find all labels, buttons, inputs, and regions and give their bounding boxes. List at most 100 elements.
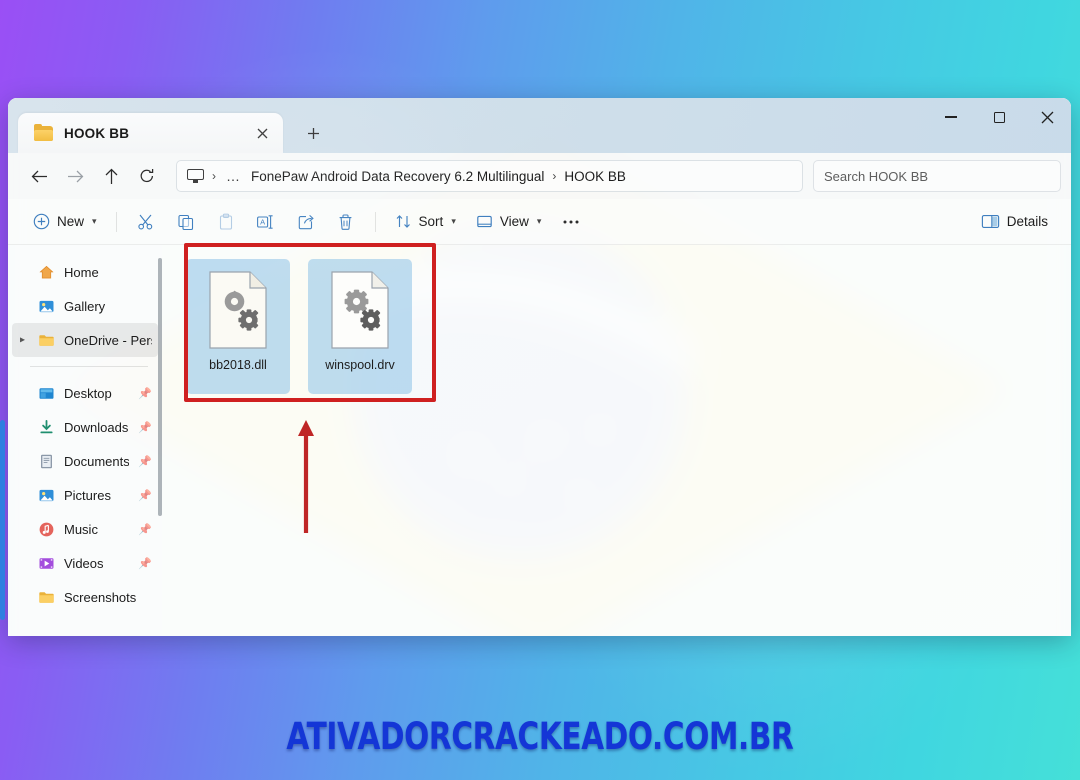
file-item[interactable]: bb2018.dll — [186, 259, 290, 394]
sidebar-item-onedrive[interactable]: ▸ OneDrive - Pers — [12, 323, 158, 357]
breadcrumb-path[interactable]: FonePaw Android Data Recovery 6.2 Multil… — [251, 169, 544, 184]
sidebar-label: Gallery — [64, 298, 106, 314]
breadcrumb-separator-1: › — [212, 169, 216, 183]
new-tab-button[interactable] — [297, 117, 329, 149]
share-icon — [298, 214, 314, 229]
sidebar-item-downloads[interactable]: Downloads 📌 — [12, 410, 158, 444]
scissors-icon — [137, 214, 152, 229]
tab-title: HOOK BB — [64, 125, 130, 141]
refresh-button[interactable] — [130, 160, 164, 192]
tab-hook-bb[interactable]: HOOK BB — [18, 113, 283, 153]
pin-icon[interactable]: 📌 — [138, 489, 152, 502]
sidebar-label: OneDrive - Pers — [64, 332, 152, 348]
file-name: bb2018.dll — [209, 358, 267, 372]
content-area: Home Gallery ▸ OneDrive - Pers Desktop 📌… — [8, 245, 1071, 636]
sidebar-item-home[interactable]: Home — [12, 255, 158, 289]
page-root: HOOK BB › … FonePaw Android Data Recover… — [0, 0, 1080, 780]
sort-arrows-icon — [396, 215, 410, 228]
sidebar-item-screenshots[interactable]: Screenshots — [12, 580, 158, 614]
sidebar-label: Videos — [64, 555, 104, 571]
downloads-icon — [40, 419, 53, 433]
file-list-pane[interactable]: bb2018.dll winspool.drv — [162, 245, 1071, 636]
videos-icon — [39, 557, 54, 569]
gallery-icon — [39, 300, 54, 312]
up-button[interactable] — [94, 160, 128, 192]
navigation-bar: › … FonePaw Android Data Recovery 6.2 Mu… — [8, 153, 1071, 199]
pin-icon[interactable]: 📌 — [138, 557, 152, 570]
file-grid: bb2018.dll winspool.drv — [186, 259, 1071, 394]
chevron-down-icon[interactable]: ▾ — [92, 216, 97, 227]
tab-strip: HOOK BB — [18, 98, 927, 153]
pin-icon[interactable]: 📌 — [138, 455, 152, 468]
breadcrumb-separator-2: › — [552, 169, 557, 183]
more-options-button[interactable] — [552, 206, 590, 238]
sidebar-label: Pictures — [64, 487, 111, 503]
search-box[interactable] — [813, 160, 1061, 192]
cut-button[interactable] — [127, 206, 165, 238]
navigation-sidebar[interactable]: Home Gallery ▸ OneDrive - Pers Desktop 📌… — [8, 245, 162, 636]
delete-button[interactable] — [327, 206, 365, 238]
pictures-icon — [39, 489, 54, 501]
sort-button[interactable]: Sort ▾ — [386, 206, 465, 238]
close-button[interactable] — [1023, 98, 1071, 136]
sidebar-item-gallery[interactable]: Gallery — [12, 289, 158, 323]
trash-icon — [339, 213, 352, 230]
search-input[interactable] — [824, 168, 1050, 184]
pin-icon[interactable]: 📌 — [138, 421, 152, 434]
watermark-text: ATIVADORCRACKEADO.COM.BR — [286, 715, 794, 758]
file-item[interactable]: winspool.drv — [308, 259, 412, 394]
sidebar-label: Documents — [64, 453, 130, 469]
breadcrumb-current[interactable]: HOOK BB — [564, 169, 626, 184]
command-bar: New ▾ A Sort ▾ View ▾ Details — [8, 199, 1071, 245]
window-titlebar: HOOK BB — [8, 98, 1071, 153]
this-pc-monitor-icon[interactable] — [187, 169, 204, 183]
chevron-right-icon[interactable]: ▸ — [20, 335, 25, 346]
share-button[interactable] — [287, 206, 325, 238]
pin-icon[interactable]: 📌 — [138, 387, 152, 400]
svg-text:A: A — [260, 217, 265, 226]
sidebar-item-desktop[interactable]: Desktop 📌 — [12, 376, 158, 410]
rename-button[interactable]: A — [247, 206, 285, 238]
chevron-down-icon[interactable]: ▾ — [537, 216, 542, 227]
pin-icon[interactable]: 📌 — [138, 523, 152, 536]
command-separator-2 — [374, 211, 376, 232]
breadcrumb-overflow-icon[interactable]: … — [224, 168, 243, 184]
sidebar-divider — [30, 366, 148, 367]
minimize-button[interactable] — [927, 98, 975, 136]
folder-icon — [39, 591, 54, 603]
rename-icon: A — [257, 214, 273, 229]
breadcrumb[interactable]: › … FonePaw Android Data Recovery 6.2 Mu… — [176, 160, 803, 192]
paste-button[interactable] — [207, 206, 245, 238]
sidebar-label: Home — [64, 264, 99, 280]
sidebar-item-music[interactable]: Music 📌 — [12, 512, 158, 546]
details-pane-button[interactable]: Details — [972, 206, 1057, 238]
ellipsis-icon — [563, 220, 579, 223]
desktop-icon — [39, 387, 54, 399]
command-separator-1 — [115, 211, 117, 232]
paste-icon — [219, 213, 232, 230]
details-pane-icon — [981, 215, 999, 228]
home-icon — [39, 265, 54, 279]
chevron-down-icon[interactable]: ▾ — [451, 216, 456, 227]
sidebar-label: Desktop — [64, 385, 112, 401]
back-button[interactable] — [22, 160, 56, 192]
forward-button[interactable] — [58, 160, 92, 192]
view-button-label: View — [499, 214, 529, 229]
plus-circle-icon — [33, 213, 50, 230]
copy-button[interactable] — [167, 206, 205, 238]
view-monitor-icon — [477, 215, 492, 227]
sidebar-item-documents[interactable]: Documents 📌 — [12, 444, 158, 478]
sidebar-item-videos[interactable]: Videos 📌 — [12, 546, 158, 580]
folder-icon — [34, 123, 53, 141]
sidebar-item-pictures[interactable]: Pictures 📌 — [12, 478, 158, 512]
maximize-button[interactable] — [975, 98, 1023, 136]
sort-button-label: Sort — [418, 214, 444, 229]
new-button[interactable]: New ▾ — [24, 206, 106, 238]
page-scrollbar[interactable] — [0, 420, 5, 620]
dll-gears-icon — [328, 270, 392, 350]
tab-close-icon[interactable] — [249, 120, 275, 146]
file-explorer-window: HOOK BB › … FonePaw Android Data Recover… — [8, 98, 1071, 636]
sidebar-label: Downloads — [64, 419, 129, 435]
sidebar-label: Screenshots — [64, 589, 137, 605]
view-button[interactable]: View ▾ — [467, 206, 551, 238]
